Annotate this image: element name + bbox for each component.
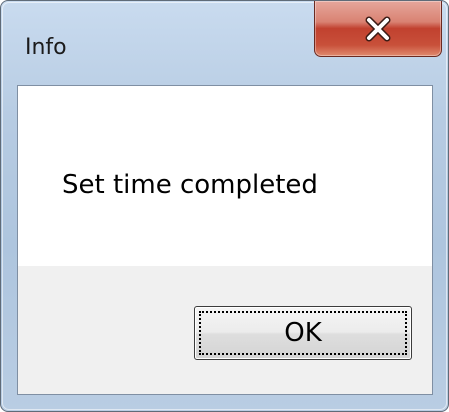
dialog-window: Info Set time completed OK (0, 0, 449, 412)
ok-button[interactable]: OK (194, 306, 412, 360)
dialog-message: Set time completed (62, 170, 318, 200)
window-title: Info (25, 35, 67, 60)
close-button[interactable] (314, 1, 442, 57)
message-area: Set time completed (18, 86, 432, 266)
ok-button-label: OK (284, 318, 322, 348)
close-icon (365, 16, 391, 41)
dialog-client-area: Set time completed OK (17, 85, 433, 395)
